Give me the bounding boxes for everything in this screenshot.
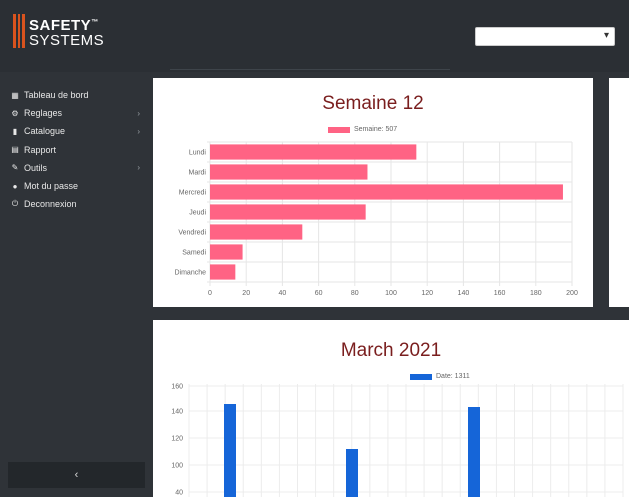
y-tick-label: Mardi xyxy=(188,170,206,177)
report-icon: ▤ xyxy=(11,145,19,155)
side-card xyxy=(609,78,629,307)
sidebar-item-mot-du-passe[interactable]: ● Mot du passe xyxy=(10,177,140,195)
logo-tm: ™ xyxy=(91,18,99,26)
bar-jeudi xyxy=(210,204,366,220)
sidebar-item-catalogue[interactable]: ▮ Catalogue › xyxy=(10,122,140,140)
x-tick-label: 0 xyxy=(208,290,212,297)
monthly-bar-chart: 40 100 120 140 160 xyxy=(171,384,624,497)
x-tick-label: 40 xyxy=(279,290,287,297)
x-tick-label: 100 xyxy=(385,290,397,297)
bar-mercredi xyxy=(210,184,563,200)
bar-dimanche xyxy=(210,264,236,280)
sidebar-item-label: Rapport xyxy=(24,144,57,155)
chevron-right-icon: › xyxy=(137,108,140,118)
y-tick-label: Jeudi xyxy=(189,210,206,217)
y-tick-label: 160 xyxy=(171,384,183,391)
bar xyxy=(468,407,480,497)
y-tick-label: Vendredi xyxy=(178,230,206,237)
y-tick-label: 40 xyxy=(175,490,183,497)
sidebar-collapse-button[interactable]: ‹ xyxy=(8,462,145,488)
y-tick-label: 140 xyxy=(171,409,183,416)
y-tick-label: Mercredi xyxy=(179,190,207,197)
sidebar-item-label: Mot du passe xyxy=(24,181,79,192)
bar-mardi xyxy=(210,164,368,180)
x-tick-label: 200 xyxy=(566,290,578,297)
x-tick-label: 60 xyxy=(315,290,323,297)
sidebar-item-rapport[interactable]: ▤ Rapport xyxy=(10,141,140,159)
sidebar-item-label: Reglages xyxy=(24,108,63,119)
logo-mark-icon xyxy=(13,14,26,48)
x-tick-label: 160 xyxy=(494,290,506,297)
book-icon: ▮ xyxy=(12,126,18,136)
bar xyxy=(224,404,236,497)
top-header: SAFETY™ SYSTEMS ▾ xyxy=(0,0,629,72)
sidebar-item-label: Deconnexion xyxy=(24,199,77,210)
chevron-right-icon: › xyxy=(137,163,140,173)
bar-samedi xyxy=(210,244,243,260)
cogs-icon: ⚙ xyxy=(11,108,19,118)
x-tick-label: 140 xyxy=(458,290,470,297)
y-tick-label: 100 xyxy=(171,463,183,470)
site-select[interactable]: ▾ xyxy=(475,27,615,46)
logo-line1: SAFETY xyxy=(29,16,92,34)
x-tick-label: 120 xyxy=(421,290,433,297)
sidebar: ▦ Tableau de bord ⚙ Reglages › ▮ Catalog… xyxy=(0,72,150,497)
sidebar-item-tableau-de-bord[interactable]: ▦ Tableau de bord xyxy=(10,86,140,104)
header-divider xyxy=(170,69,450,70)
dashboard-icon: ▦ xyxy=(11,90,19,100)
safety-systems-logo[interactable]: SAFETY™ SYSTEMS xyxy=(13,14,104,48)
caret-down-icon: ▾ xyxy=(603,30,609,41)
x-tick-label: 180 xyxy=(530,290,542,297)
monthly-chart-card: March 2021 Date: 1311 40 100 120 140 160 xyxy=(153,320,629,497)
y-tick-label: Lundi xyxy=(189,150,207,157)
power-icon: ⏻ xyxy=(11,199,19,209)
x-tick-label: 80 xyxy=(351,290,359,297)
sidebar-item-label: Tableau de bord xyxy=(24,90,89,101)
wrench-icon: ✎ xyxy=(11,163,19,173)
chevron-right-icon: › xyxy=(137,126,140,136)
y-tick-label: 120 xyxy=(171,436,183,443)
sidebar-item-deconnexion[interactable]: ⏻ Deconnexion xyxy=(10,195,140,213)
sidebar-item-outils[interactable]: ✎ Outils › xyxy=(10,159,140,177)
sidebar-nav: ▦ Tableau de bord ⚙ Reglages › ▮ Catalog… xyxy=(10,86,140,213)
bar xyxy=(346,449,358,497)
bar-vendredi xyxy=(210,224,303,240)
y-tick-label: Dimanche xyxy=(174,270,206,277)
x-tick-label: 20 xyxy=(242,290,250,297)
user-icon: ● xyxy=(12,181,18,191)
sidebar-item-label: Catalogue xyxy=(24,126,66,137)
weekly-chart-card: Semaine 12 Semaine: 507 0 20 40 60 80 100 120 1… xyxy=(153,78,593,307)
y-tick-label: Samedi xyxy=(182,250,206,257)
sidebar-item-label: Outils xyxy=(24,162,48,173)
sidebar-item-reglages[interactable]: ⚙ Reglages › xyxy=(10,104,140,122)
weekly-bar-chart: 0 20 40 60 80 100 120 140 160 180 200 Lundi Mardi Mer… xyxy=(174,141,578,297)
bar-lundi xyxy=(210,144,417,160)
logo-line2: SYSTEMS xyxy=(29,31,105,49)
